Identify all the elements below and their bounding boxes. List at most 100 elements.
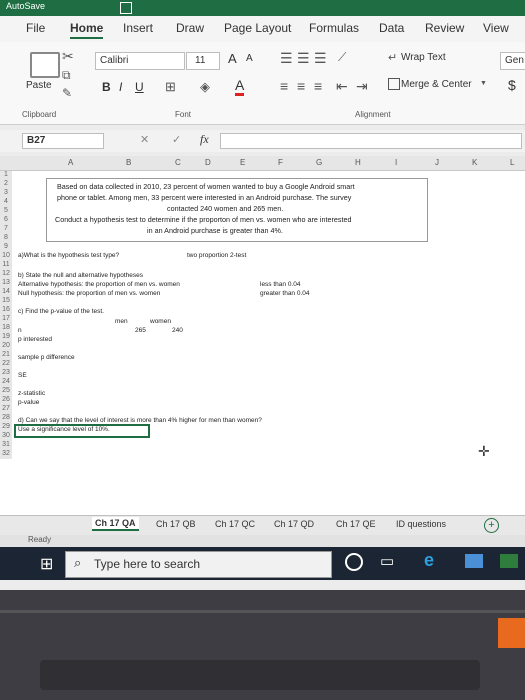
- taskbar-search[interactable]: ⌕ Type here to search: [65, 551, 332, 578]
- font-name-select[interactable]: Calibri: [95, 52, 185, 70]
- task-view-icon[interactable]: ▭: [380, 552, 394, 570]
- align-middle-icon[interactable]: ☰: [297, 50, 310, 67]
- col-header[interactable]: J: [435, 158, 439, 167]
- tab-draw[interactable]: Draw: [176, 21, 204, 35]
- decrease-indent-icon[interactable]: ⇤: [336, 78, 348, 95]
- row-header[interactable]: 4: [0, 198, 12, 207]
- problem-textbox[interactable]: Based on data collected in 2010, 23 perc…: [46, 178, 428, 242]
- sheet-tab[interactable]: Ch 17 QD: [274, 519, 314, 529]
- row-header[interactable]: 30: [0, 432, 12, 441]
- row-header[interactable]: 24: [0, 378, 12, 387]
- row-header[interactable]: 2: [0, 180, 12, 189]
- tab-formulas[interactable]: Formulas: [309, 21, 359, 35]
- sheet-tab[interactable]: ID questions: [396, 519, 446, 529]
- question-a-answer[interactable]: two proportion 2-test: [187, 252, 246, 259]
- cortana-icon[interactable]: [345, 553, 363, 571]
- cut-icon[interactable]: ✂: [62, 48, 74, 65]
- row-header[interactable]: 15: [0, 297, 12, 306]
- align-bottom-icon[interactable]: ☰: [314, 50, 327, 67]
- cancel-icon[interactable]: ✕: [140, 133, 149, 146]
- row-header[interactable]: 29: [0, 423, 12, 432]
- n-women[interactable]: 240: [172, 327, 183, 334]
- col-header[interactable]: D: [205, 158, 211, 167]
- row-header[interactable]: 25: [0, 387, 12, 396]
- excel-icon[interactable]: [500, 554, 518, 568]
- row-header[interactable]: 28: [0, 414, 12, 423]
- enter-icon[interactable]: ✓: [172, 133, 181, 146]
- row-header[interactable]: 11: [0, 261, 12, 270]
- number-format-select[interactable]: Gen: [500, 52, 525, 70]
- currency-button[interactable]: $: [508, 77, 516, 93]
- italic-button[interactable]: I: [119, 80, 122, 94]
- sheet-tab[interactable]: Ch 17 QC: [215, 519, 255, 529]
- shrink-font-button[interactable]: A: [246, 53, 253, 64]
- align-center-icon[interactable]: ≡: [297, 78, 305, 94]
- col-header[interactable]: H: [355, 158, 361, 167]
- row-header[interactable]: 22: [0, 360, 12, 369]
- format-painter-icon[interactable]: ✎: [62, 86, 72, 100]
- col-header[interactable]: G: [316, 158, 322, 167]
- paste-label[interactable]: Paste: [26, 80, 52, 91]
- row-header[interactable]: 23: [0, 369, 12, 378]
- alt-hypothesis-value[interactable]: less than 0.04: [260, 281, 300, 288]
- n-men[interactable]: 265: [135, 327, 146, 334]
- align-left-icon[interactable]: ≡: [280, 78, 288, 94]
- borders-icon[interactable]: ⊞: [165, 79, 176, 95]
- row-header[interactable]: 18: [0, 324, 12, 333]
- tab-file[interactable]: File: [26, 21, 45, 35]
- active-cell-b27[interactable]: [14, 424, 150, 438]
- windows-start-icon[interactable]: ⊞: [40, 554, 53, 574]
- null-hypothesis-value[interactable]: greater than 0.04: [260, 290, 310, 297]
- tab-review[interactable]: Review: [425, 21, 464, 35]
- paste-icon[interactable]: [30, 52, 60, 78]
- mail-icon[interactable]: [465, 554, 483, 568]
- row-header[interactable]: 9: [0, 243, 12, 252]
- row-header[interactable]: 20: [0, 342, 12, 351]
- add-sheet-icon[interactable]: +: [484, 518, 499, 533]
- grow-font-button[interactable]: A: [228, 51, 237, 66]
- row-header[interactable]: 19: [0, 333, 12, 342]
- tab-view[interactable]: View: [483, 21, 509, 35]
- tab-home[interactable]: Home: [70, 21, 104, 39]
- row-header[interactable]: 26: [0, 396, 12, 405]
- tab-data[interactable]: Data: [379, 21, 404, 35]
- row-header[interactable]: 13: [0, 279, 12, 288]
- sheet-tab[interactable]: Ch 17 QB: [156, 519, 196, 529]
- align-top-icon[interactable]: ☰: [280, 50, 293, 67]
- col-header[interactable]: I: [395, 158, 397, 167]
- sheet-tab[interactable]: Ch 17 QA: [92, 517, 139, 531]
- row-header[interactable]: 27: [0, 405, 12, 414]
- orientation-icon[interactable]: ⟋: [338, 50, 346, 65]
- row-header[interactable]: 3: [0, 189, 12, 198]
- tab-insert[interactable]: Insert: [123, 21, 153, 35]
- fill-color-icon[interactable]: ◈: [200, 79, 210, 95]
- row-header[interactable]: 5: [0, 207, 12, 216]
- copy-icon[interactable]: ⧉: [62, 68, 71, 83]
- increase-indent-icon[interactable]: ⇥: [356, 78, 368, 95]
- edge-icon[interactable]: e: [424, 550, 434, 571]
- formula-input[interactable]: [220, 133, 522, 149]
- col-header[interactable]: F: [278, 158, 283, 167]
- col-header[interactable]: K: [472, 158, 477, 167]
- name-box[interactable]: B27: [22, 133, 104, 149]
- tab-page-layout[interactable]: Page Layout: [224, 21, 291, 35]
- col-header[interactable]: A: [68, 158, 73, 167]
- bold-button[interactable]: B: [102, 80, 111, 94]
- insert-function-icon[interactable]: fx: [200, 132, 209, 147]
- row-header[interactable]: 21: [0, 351, 12, 360]
- row-header[interactable]: 1: [0, 171, 12, 180]
- row-header[interactable]: 10: [0, 252, 12, 261]
- row-header[interactable]: 32: [0, 450, 12, 459]
- col-header[interactable]: C: [175, 158, 181, 167]
- font-color-button[interactable]: A: [235, 77, 245, 96]
- spreadsheet-grid[interactable]: A B C D E F G H I J K L 1 2 3 4 5 6 7 8 9 10 11 12 1…: [0, 156, 525, 516]
- wrap-text-button[interactable]: Wrap Text: [401, 52, 446, 63]
- underline-button[interactable]: U: [135, 80, 144, 94]
- row-header[interactable]: 6: [0, 216, 12, 225]
- chevron-down-icon[interactable]: ▼: [480, 80, 487, 87]
- row-header[interactable]: 31: [0, 441, 12, 450]
- row-header[interactable]: 12: [0, 270, 12, 279]
- col-header[interactable]: B: [126, 158, 131, 167]
- col-header[interactable]: L: [510, 158, 514, 167]
- sheet-tab[interactable]: Ch 17 QE: [336, 519, 376, 529]
